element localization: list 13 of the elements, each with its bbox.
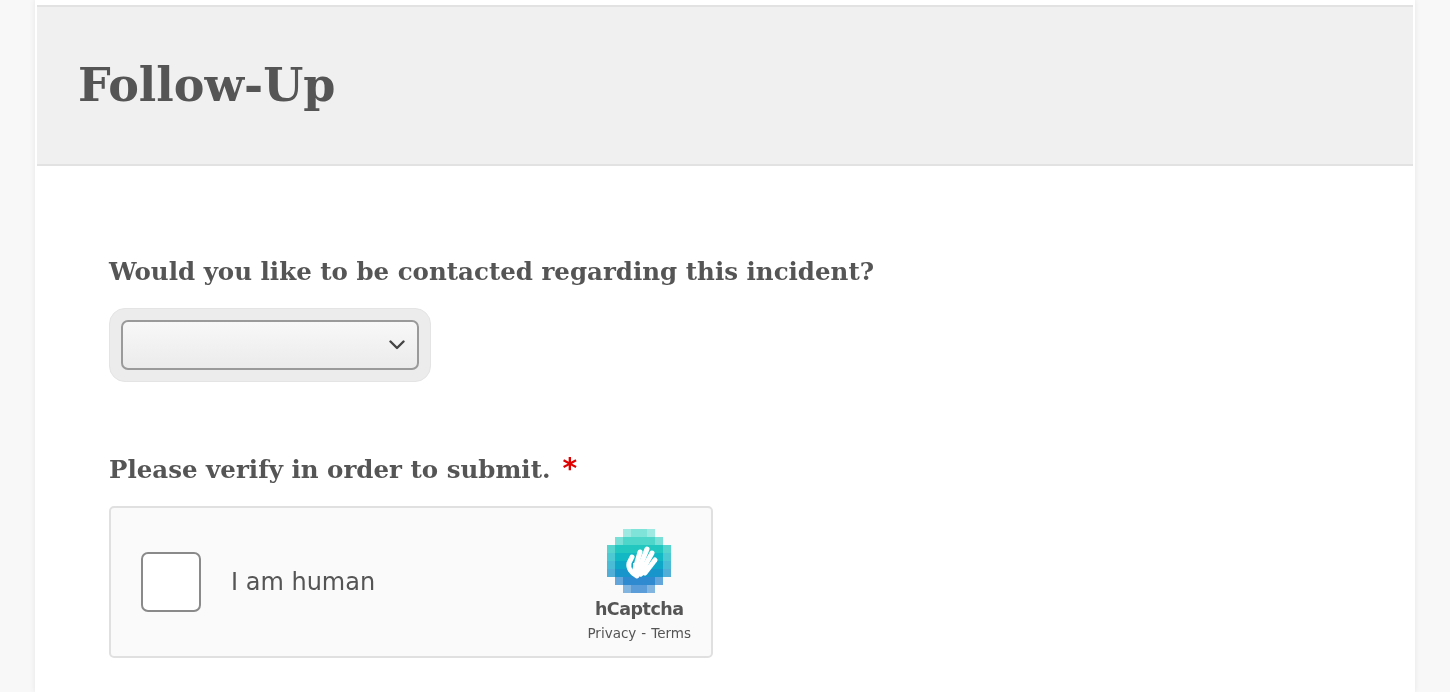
- field-label: Would you like to be contacted regarding this incident?: [109, 256, 875, 288]
- privacy-link[interactable]: Privacy: [587, 625, 637, 641]
- field-label: Please verify in order to submit.: [109, 454, 551, 486]
- hand-logo-icon: [607, 529, 672, 593]
- select-field[interactable]: [109, 308, 431, 382]
- section-title: Follow-Up: [78, 60, 336, 111]
- checkbox-label: I am human: [231, 568, 376, 596]
- chevron-down-icon: [389, 340, 405, 350]
- terms-link[interactable]: Terms: [651, 625, 691, 641]
- required-asterisk: *: [562, 455, 578, 483]
- link-separator: -: [641, 625, 647, 641]
- captcha-checkbox[interactable]: [141, 552, 201, 612]
- brand-name: hCaptcha: [594, 599, 684, 619]
